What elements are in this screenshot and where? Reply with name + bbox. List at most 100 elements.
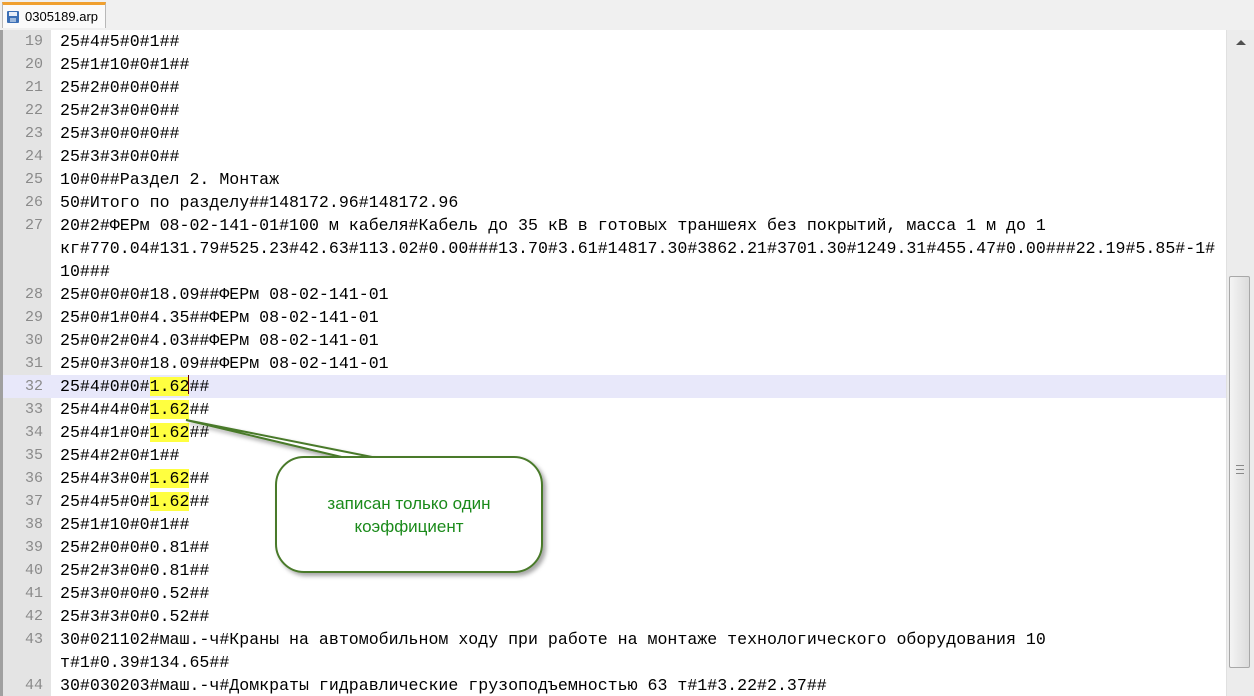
line-text: 25#2#3#0#0##	[60, 99, 180, 122]
editor-line[interactable]: 42 25#3#3#0#0.52##	[3, 605, 1226, 628]
editor-line[interactable]: 21 25#2#0#0#0##	[3, 76, 1226, 99]
line-number: 24	[24, 148, 43, 165]
editor-line[interactable]: 43 30#021102#маш.-ч#Краны на автомобильно…	[3, 628, 1226, 651]
editor-lines[interactable]: 19 25#4#5#0#1## 20 25#1#10#0#1## 21 25#2#0#0#…	[3, 30, 1226, 696]
editor-line[interactable]: 35 25#4#2#0#1##	[3, 444, 1226, 467]
line-number: 40	[24, 562, 43, 579]
line-text: 25#0#2#0#4.03##ФЕРм 08-02-141-01	[60, 329, 379, 352]
editor-line[interactable]: 31 25#0#3#0#18.09##ФЕРм 08-02-141-01	[3, 352, 1226, 375]
line-text: 25#4#4#0#1.62##	[60, 398, 209, 421]
line-text: 25#2#0#0#0##	[60, 76, 180, 99]
editor-line[interactable]: 24 25#3#3#0#0##	[3, 145, 1226, 168]
line-text: 25#1#10#0#1##	[60, 53, 189, 76]
scroll-up-arrow-icon[interactable]	[1236, 40, 1246, 45]
editor-line[interactable]: 40 25#2#3#0#0.81##	[3, 559, 1226, 582]
line-text-content: 25#1#10#0#1##	[60, 515, 190, 534]
line-number: 42	[24, 608, 43, 625]
line-text-content: 25#3#3#0#0##	[60, 147, 180, 166]
line-text-content: 25#4#1#0#	[60, 423, 150, 442]
editor-line[interactable]: 34 25#4#1#0#1.62##	[3, 421, 1226, 444]
editor-line[interactable]: 29 25#0#1#0#4.35##ФЕРм 08-02-141-01	[3, 306, 1226, 329]
line-text: 10#0##Раздел 2. Монтаж	[60, 168, 279, 191]
tab-title: 0305189.arp	[25, 9, 99, 24]
line-text: 25#2#0#0#0.81##	[60, 536, 209, 559]
vertical-scrollbar[interactable]	[1226, 30, 1254, 696]
editor-line[interactable]: 37 25#4#5#0#1.62##	[3, 490, 1226, 513]
line-number: 33	[24, 401, 43, 418]
editor-line[interactable]: 26 50#Итого по разделу##148172.96#148172.…	[3, 191, 1226, 214]
line-text: 25#0#3#0#18.09##ФЕРм 08-02-141-01	[60, 352, 389, 375]
editor-line[interactable]: 22 25#2#3#0#0##	[3, 99, 1226, 122]
editor-line-wrap[interactable]: кг#770.04#131.79#525.23#42.63#113.02#0.0…	[3, 237, 1226, 260]
highlighted-coefficient: 1.62	[149, 423, 190, 442]
editor-line[interactable]: 25 10#0##Раздел 2. Монтаж	[3, 168, 1226, 191]
line-number: 31	[24, 355, 43, 372]
editor-line[interactable]: 32 25#4#0#0#1.62##	[3, 375, 1226, 398]
line-number: 38	[24, 516, 43, 533]
line-text-content: 25#4#0#0#	[60, 377, 150, 396]
line-number: 43	[24, 631, 43, 648]
line-text-suffix: ##	[189, 377, 210, 396]
editor-line[interactable]: 33 25#4#4#0#1.62##	[3, 398, 1226, 421]
editor-line[interactable]: 36 25#4#3#0#1.62##	[3, 467, 1226, 490]
editor-line[interactable]: 20 25#1#10#0#1##	[3, 53, 1226, 76]
line-number: 30	[24, 332, 43, 349]
line-number: 26	[24, 194, 43, 211]
editor-line[interactable]: 41 25#3#0#0#0.52##	[3, 582, 1226, 605]
line-text: 25#4#2#0#1##	[60, 444, 180, 467]
line-text: 25#4#5#0#1##	[60, 30, 180, 53]
line-text: 25#4#0#0#1.62##	[60, 375, 209, 398]
line-text-content: 25#0#1#0#4.35##ФЕРм 08-02-141-01	[60, 308, 379, 327]
line-text-content: 25#2#0#0#0.81##	[60, 538, 210, 557]
line-text: 50#Итого по разделу##148172.96#148172.96	[60, 191, 458, 214]
line-number: 35	[24, 447, 43, 464]
line-text-content: 25#3#3#0#0.52##	[60, 607, 210, 626]
grip-icon	[1236, 465, 1244, 474]
line-text-content: 25#4#3#0#	[60, 469, 150, 488]
text-editor[interactable]: 19 25#4#5#0#1## 20 25#1#10#0#1## 21 25#2#0#0#…	[0, 30, 1254, 696]
editor-line-wrap[interactable]: т#1#0.39#134.65##	[3, 651, 1226, 674]
line-text-content: 50#Итого по разделу##148172.96#148172.96	[60, 193, 459, 212]
line-text-content: 10#0##Раздел 2. Монтаж	[60, 170, 280, 189]
editor-line[interactable]: 27 20#2#ФЕРм 08-02-141-01#100 м кабеля#Ка…	[3, 214, 1226, 237]
line-text: 25#4#3#0#1.62##	[60, 467, 209, 490]
line-text: 25#1#10#0#1##	[60, 513, 189, 536]
highlighted-coefficient: 1.62	[149, 377, 190, 396]
editor-line[interactable]: 39 25#2#0#0#0.81##	[3, 536, 1226, 559]
line-text-content: 25#4#2#0#1##	[60, 446, 180, 465]
line-text: т#1#0.39#134.65##	[60, 651, 229, 674]
line-number: 29	[24, 309, 43, 326]
line-number: 25	[24, 171, 43, 188]
editor-line[interactable]: 19 25#4#5#0#1##	[3, 30, 1226, 53]
line-text-suffix: ##	[189, 423, 210, 442]
highlighted-coefficient: 1.62	[149, 469, 190, 488]
line-number: 23	[24, 125, 43, 142]
line-text: 20#2#ФЕРм 08-02-141-01#100 м кабеля#Кабе…	[60, 214, 1046, 237]
editor-line[interactable]: 38 25#1#10#0#1##	[3, 513, 1226, 536]
line-number: 22	[24, 102, 43, 119]
tab-file[interactable]: 0305189.arp	[2, 2, 106, 28]
line-text: 25#3#0#0#0##	[60, 122, 180, 145]
editor-line-wrap[interactable]: 10###	[3, 260, 1226, 283]
line-text: 30#021102#маш.-ч#Краны на автомобильном …	[60, 628, 1046, 651]
scrollbar-thumb[interactable]	[1229, 276, 1250, 668]
line-text-content: т#1#0.39#134.65##	[60, 653, 230, 672]
line-number: 34	[24, 424, 43, 441]
line-text-content: 25#4#4#0#	[60, 400, 150, 419]
line-text-content: 25#4#5#0#	[60, 492, 150, 511]
line-text: 25#4#5#0#1.62##	[60, 490, 209, 513]
line-text-suffix: ##	[189, 469, 210, 488]
line-text-content: 30#030203#маш.-ч#Домкраты гидравлические…	[60, 676, 827, 695]
editor-line[interactable]: 44 30#030203#маш.-ч#Домкраты гидравлическ…	[3, 674, 1226, 696]
line-text: 10###	[60, 260, 110, 283]
line-text-content: 25#0#0#0#18.09##ФЕРм 08-02-141-01	[60, 285, 389, 304]
line-text-suffix: ##	[189, 400, 210, 419]
line-text-content: 25#3#0#0#0.52##	[60, 584, 210, 603]
line-text-content: 25#0#3#0#18.09##ФЕРм 08-02-141-01	[60, 354, 389, 373]
editor-line[interactable]: 30 25#0#2#0#4.03##ФЕРм 08-02-141-01	[3, 329, 1226, 352]
highlighted-coefficient: 1.62	[149, 400, 190, 419]
line-text: 25#2#3#0#0.81##	[60, 559, 209, 582]
editor-line[interactable]: 28 25#0#0#0#18.09##ФЕРм 08-02-141-01	[3, 283, 1226, 306]
line-text-content: 25#2#0#0#0##	[60, 78, 180, 97]
editor-line[interactable]: 23 25#3#0#0#0##	[3, 122, 1226, 145]
